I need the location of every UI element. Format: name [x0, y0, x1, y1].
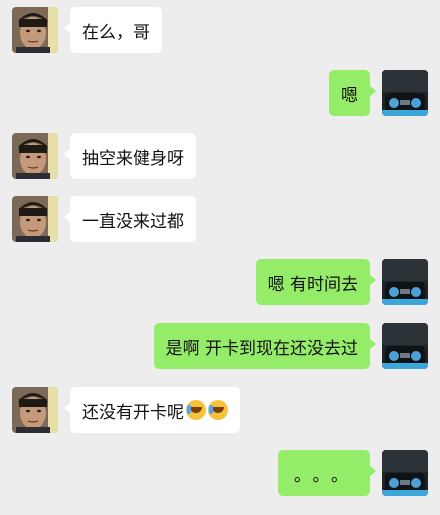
- contact-avatar[interactable]: [12, 387, 58, 433]
- message-bubble-incoming[interactable]: 还没有开卡呢: [64, 387, 240, 433]
- device-avatar[interactable]: [382, 259, 428, 305]
- message-text: 。。。: [294, 465, 358, 486]
- message-row: 嗯: [0, 70, 440, 116]
- message-text: 是啊 开卡到现在还没去过: [165, 338, 358, 359]
- message-text: 一直没来过都: [82, 211, 184, 232]
- message-text: 在么，哥: [82, 22, 150, 43]
- message-row: 是啊 开卡到现在还没去过: [0, 323, 440, 369]
- laughing-crying-emoji-icon: [208, 400, 228, 420]
- message-row: 在么，哥: [0, 7, 440, 53]
- message-bubble-outgoing[interactable]: 嗯: [329, 70, 376, 116]
- message-text: 嗯: [341, 85, 358, 106]
- message-row: 抽空来健身呀: [0, 133, 440, 179]
- device-avatar[interactable]: [382, 450, 428, 496]
- device-avatar[interactable]: [382, 323, 428, 369]
- message-row: 一直没来过都: [0, 196, 440, 242]
- message-bubble-incoming[interactable]: 在么，哥: [64, 7, 162, 53]
- message-bubble-outgoing[interactable]: 。。。: [278, 450, 376, 496]
- message-row: 嗯 有时间去: [0, 259, 440, 305]
- message-bubble-incoming[interactable]: 抽空来健身呀: [64, 133, 196, 179]
- contact-avatar[interactable]: [12, 196, 58, 242]
- message-text: 嗯 有时间去: [267, 274, 358, 295]
- contact-avatar[interactable]: [12, 133, 58, 179]
- message-row: 还没有开卡呢: [0, 387, 440, 433]
- device-avatar[interactable]: [382, 70, 428, 116]
- chat-area: 在么，哥 嗯 抽空来健身呀 一直没来过都 嗯 有时间去 是啊 开卡到现在还没去过…: [0, 0, 440, 515]
- message-text: 还没有开卡呢: [82, 402, 184, 423]
- message-text: 抽空来健身呀: [82, 148, 184, 169]
- message-bubble-outgoing[interactable]: 是啊 开卡到现在还没去过: [153, 323, 377, 369]
- laughing-crying-emoji-icon: [186, 400, 206, 420]
- message-row: 。。。: [0, 450, 440, 496]
- message-bubble-outgoing[interactable]: 嗯 有时间去: [255, 259, 377, 305]
- contact-avatar[interactable]: [12, 7, 58, 53]
- message-bubble-incoming[interactable]: 一直没来过都: [64, 196, 196, 242]
